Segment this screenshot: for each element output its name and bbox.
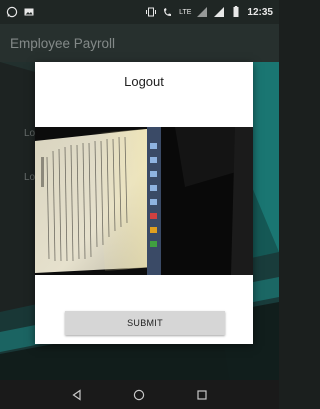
recents-button[interactable] [194, 387, 210, 403]
network-type-label: LTE [179, 8, 192, 16]
app-title: Employee Payroll [10, 35, 116, 51]
submit-button[interactable]: SUBMIT [65, 311, 225, 335]
clock: 12:35 [247, 6, 273, 18]
photo-image [35, 127, 253, 275]
image-icon [24, 8, 34, 16]
home-icon [134, 389, 145, 400]
status-bar: LTE 12:35 [0, 0, 279, 24]
back-button[interactable] [69, 387, 85, 403]
recents-icon [197, 389, 207, 400]
captured-photo [35, 127, 253, 275]
back-icon [72, 388, 81, 401]
logout-dialog: Logout SUBMIT [35, 62, 253, 344]
lte-signal-icon [197, 7, 208, 17]
battery-icon [233, 6, 239, 17]
signal-icon [214, 7, 225, 17]
background-label-1: Lo [24, 128, 36, 139]
navigation-bar [0, 380, 279, 409]
dialog-title: Logout [124, 74, 164, 89]
app-bar: Employee Payroll [0, 24, 279, 62]
call-lte-icon [164, 8, 172, 16]
background-label-2: Lo [24, 172, 36, 183]
home-button[interactable] [131, 387, 147, 403]
vibrate-icon [146, 7, 157, 17]
whatsapp-icon [6, 6, 18, 18]
